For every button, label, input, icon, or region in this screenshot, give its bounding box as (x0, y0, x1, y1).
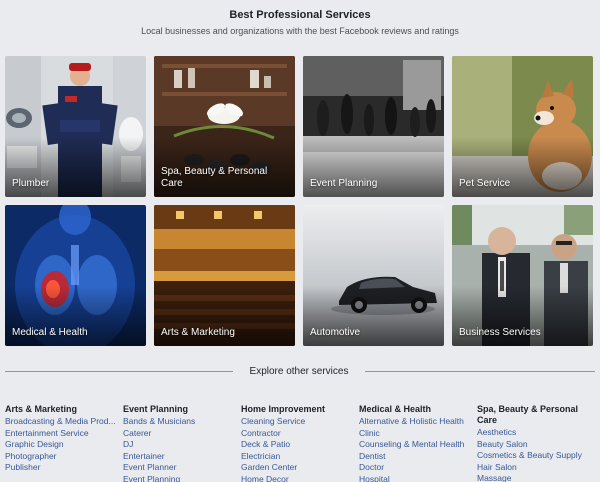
column-links: Broadcasting & Media Prod... Entertainme… (5, 416, 121, 474)
service-link[interactable]: Electrician (241, 451, 357, 463)
divider-line-right (365, 371, 595, 372)
divider-line-left (5, 371, 233, 372)
service-link[interactable]: Home Decor (241, 474, 357, 482)
category-tile-business-services[interactable]: Business Services (452, 205, 593, 346)
service-link[interactable]: Alternative & Holistic Health (359, 416, 475, 428)
column-links: Aesthetics Beauty Salon Cosmetics & Beau… (477, 427, 593, 482)
service-link[interactable]: Dentist (359, 451, 475, 463)
category-tile-medical-health[interactable]: Medical & Health (5, 205, 146, 346)
service-link[interactable]: Clinic (359, 428, 475, 440)
service-link[interactable]: Graphic Design (5, 439, 121, 451)
column-heading: Medical & Health (359, 404, 432, 414)
column-event-planning: Event Planning Bands & Musicians Caterer… (123, 404, 239, 482)
category-tile-spa-beauty[interactable]: Spa, Beauty & Personal Care (154, 56, 295, 197)
column-home-improvement: Home Improvement Cleaning Service Contra… (241, 404, 357, 482)
column-heading: Home Improvement (241, 404, 326, 414)
column-medical-health: Medical & Health Alternative & Holistic … (359, 404, 475, 482)
service-link[interactable]: Entertainer (123, 451, 239, 463)
category-tile-event-planning[interactable]: Event Planning (303, 56, 444, 197)
service-link[interactable]: Event Planner (123, 462, 239, 474)
service-link[interactable]: Publisher (5, 462, 121, 474)
tile-label: Automotive (310, 327, 361, 338)
service-link[interactable]: Broadcasting & Media Prod... (5, 416, 121, 428)
tile-label: Spa, Beauty & Personal Care (161, 166, 268, 189)
service-link[interactable]: Caterer (123, 428, 239, 440)
service-link[interactable]: Hospital (359, 474, 475, 482)
column-heading: Arts & Marketing (5, 404, 78, 414)
service-link[interactable]: Contractor (241, 428, 357, 440)
service-link[interactable]: Bands & Musicians (123, 416, 239, 428)
service-link[interactable]: Photographer (5, 451, 121, 463)
service-link[interactable]: Cosmetics & Beauty Supply (477, 450, 593, 462)
service-link[interactable]: Deck & Patio (241, 439, 357, 451)
service-link[interactable]: Aesthetics (477, 427, 593, 439)
page-title: Best Professional Services (229, 9, 371, 21)
column-links: Bands & Musicians Caterer DJ Entertainer… (123, 416, 239, 482)
category-tile-automotive[interactable]: Automotive (303, 205, 444, 346)
service-link[interactable]: Garden Center (241, 462, 357, 474)
tile-label: Medical & Health (12, 327, 88, 338)
tile-label: Business Services (459, 327, 541, 338)
tile-label: Pet Service (459, 178, 511, 189)
column-heading: Spa, Beauty & Personal Care (477, 404, 579, 425)
column-arts-marketing: Arts & Marketing Broadcasting & Media Pr… (5, 404, 121, 474)
column-spa-beauty: Spa, Beauty & Personal Care Aesthetics B… (477, 404, 593, 482)
service-link[interactable]: Beauty Salon (477, 439, 593, 451)
explore-divider: Explore other services (5, 362, 595, 382)
service-link[interactable]: Doctor (359, 462, 475, 474)
tile-label: Event Planning (310, 178, 378, 189)
column-links: Cleaning Service Contractor Deck & Patio… (241, 416, 357, 482)
category-tile-pet-service[interactable]: Pet Service (452, 56, 593, 197)
service-link[interactable]: DJ (123, 439, 239, 451)
category-tile-arts-marketing[interactable]: Arts & Marketing (154, 205, 295, 346)
page-subtitle: Local businesses and organizations with … (141, 26, 459, 36)
service-link[interactable]: Cleaning Service (241, 416, 357, 428)
service-link[interactable]: Massage (477, 473, 593, 482)
service-link[interactable]: Entertainment Service (5, 428, 121, 440)
explore-heading: Explore other services (249, 366, 349, 377)
column-heading: Event Planning (123, 404, 189, 414)
service-link[interactable]: Counseling & Mental Health (359, 439, 475, 451)
tile-label: Plumber (12, 178, 50, 189)
column-links: Alternative & Holistic Health Clinic Cou… (359, 416, 475, 482)
category-grid: Plumber Spa, Beauty & Personal Care Even… (5, 56, 595, 346)
tile-label: Arts & Marketing (161, 327, 235, 338)
service-link[interactable]: Event Planning (123, 474, 239, 482)
category-tile-plumber[interactable]: Plumber (5, 56, 146, 197)
service-link[interactable]: Hair Salon (477, 462, 593, 474)
service-columns: Arts & Marketing Broadcasting & Media Pr… (5, 404, 595, 482)
